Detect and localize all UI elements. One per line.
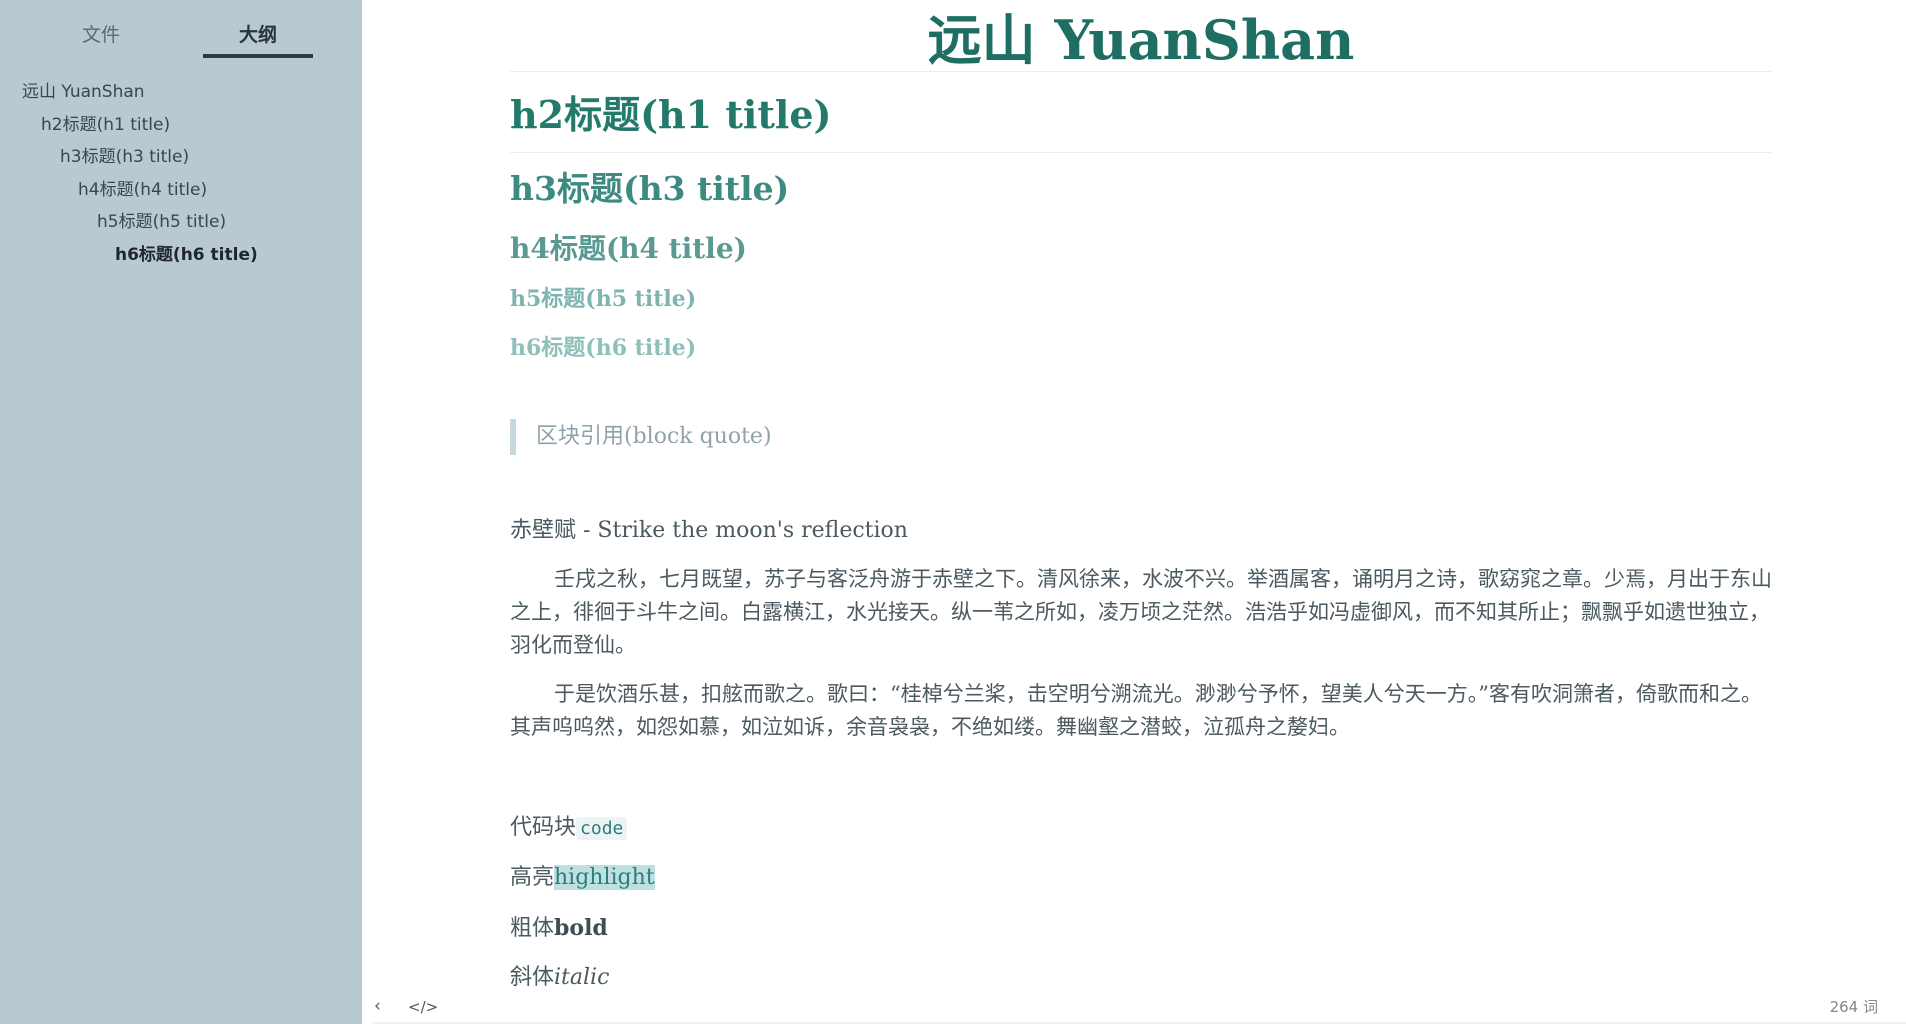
outline-item-h3[interactable]: h3标题(h3 title)	[0, 141, 362, 174]
bold-line: 粗体bold	[510, 912, 1772, 944]
outline-list: 远山 YuanShan h2标题(h1 title) h3标题(h3 title…	[0, 76, 362, 271]
active-tab-indicator	[203, 54, 313, 58]
editor-main: 远山 YuanShan h2标题(h1 title) h3标题(h3 title…	[362, 0, 1906, 1024]
doc-h6: h6标题(h6 title)	[510, 335, 697, 361]
highlight-label: 高亮	[510, 865, 555, 890]
code-line: 代码块 code	[510, 812, 1772, 844]
chevron-left-icon[interactable]: ‹	[374, 996, 381, 1016]
highlight-line: 高亮highlight	[510, 862, 1772, 894]
code-icon[interactable]: </>	[408, 998, 438, 1016]
bold-text: bold	[554, 915, 608, 941]
bold-label: 粗体	[510, 916, 555, 941]
doc-h4: h4标题(h4 title)	[510, 232, 747, 265]
doc-h5: h5标题(h5 title)	[510, 286, 697, 312]
code-label: 代码块	[510, 815, 577, 840]
block-quote: 区块引用(block quote)	[510, 419, 1772, 455]
tab-outline[interactable]: 大纲	[203, 20, 313, 58]
doc-h3: h3标题(h3 title)	[510, 169, 790, 208]
footer-toolbar: ‹ </>	[362, 990, 482, 1024]
tab-outline-label: 大纲	[238, 24, 277, 46]
document-content[interactable]: 远山 YuanShan h2标题(h1 title) h3标题(h3 title…	[510, 0, 1772, 994]
doc-h2: h2标题(h1 title)	[510, 90, 1772, 153]
outline-item-h6[interactable]: h6标题(h6 title)	[0, 239, 362, 272]
outline-item-h1[interactable]: 远山 YuanShan	[0, 76, 362, 109]
tab-files-label: 文件	[81, 24, 120, 46]
highlight-text: highlight	[554, 865, 655, 890]
sidebar: 文件 大纲 远山 YuanShan h2标题(h1 title) h3标题(h3…	[0, 0, 362, 1024]
tab-files[interactable]: 文件	[46, 20, 156, 58]
outline-item-h2[interactable]: h2标题(h1 title)	[0, 109, 362, 142]
italic-label: 斜体	[510, 965, 555, 990]
paragraph-2: 于是饮酒乐甚，扣舷而歌之。歌曰：“桂棹兮兰桨，击空明兮溯流光。渺渺兮予怀，望美人…	[510, 682, 1762, 739]
italic-text: italic	[554, 965, 610, 990]
paragraph-1: 壬戌之秋，七月既望，苏子与客泛舟游于赤壁之下。清风徐来，水波不兴。举酒属客，诵明…	[510, 567, 1772, 657]
italic-line: 斜体italic	[510, 962, 1772, 994]
sidebar-tabs: 文件 大纲	[0, 0, 362, 62]
word-count[interactable]: 264 词	[1830, 996, 1878, 1017]
inline-code: code	[576, 817, 628, 840]
outline-item-h4[interactable]: h4标题(h4 title)	[0, 174, 362, 207]
doc-h1: 远山 YuanShan	[510, 0, 1772, 72]
paragraph-title: 赤壁赋 - Strike the moon's reflection	[510, 518, 908, 543]
outline-item-h5[interactable]: h5标题(h5 title)	[0, 206, 362, 239]
